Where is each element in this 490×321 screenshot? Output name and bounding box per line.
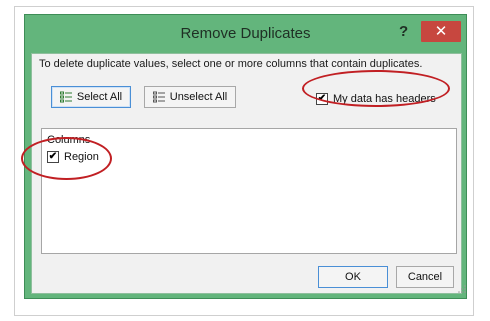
unselect-all-label: Unselect All: [169, 91, 228, 103]
select-all-list-icon: [59, 91, 72, 103]
cancel-button[interactable]: Cancel: [396, 266, 454, 288]
annotation-circle-headers: [302, 70, 450, 107]
title-bar: Remove Duplicates ? ✕: [25, 15, 466, 53]
help-button[interactable]: ?: [399, 23, 408, 40]
select-all-button[interactable]: Select All: [51, 86, 131, 108]
unselect-all-list-icon: [152, 91, 165, 103]
resize-grip-icon[interactable]: [458, 285, 466, 293]
close-button[interactable]: ✕: [421, 21, 461, 42]
select-all-label: Select All: [76, 91, 123, 103]
ok-button[interactable]: OK: [318, 266, 388, 288]
close-icon: ✕: [434, 23, 448, 40]
annotation-circle-region: [21, 137, 112, 180]
instruction-text: To delete duplicate values, select one o…: [39, 58, 423, 70]
unselect-all-button[interactable]: Unselect All: [144, 86, 236, 108]
